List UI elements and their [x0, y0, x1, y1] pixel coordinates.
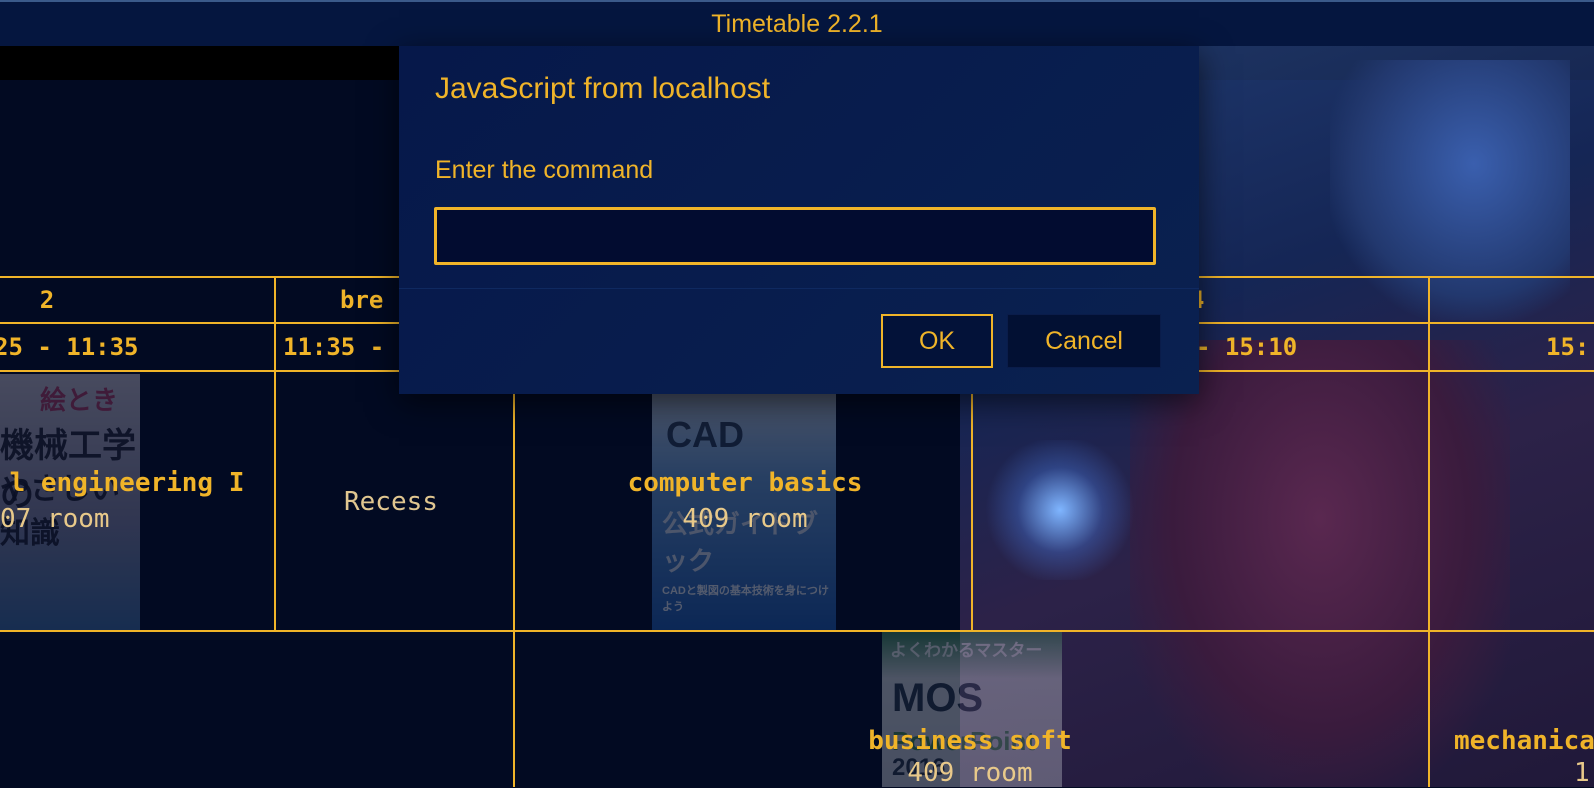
cancel-button[interactable]: Cancel — [1007, 314, 1161, 368]
lesson-room: 409 room — [682, 504, 808, 534]
prompt-dialog: JavaScript from localhost Enter the comm… — [399, 46, 1199, 394]
book-title-line: 絵とき — [40, 385, 119, 415]
lesson-cell[interactable]: business soft 409 room — [840, 726, 1100, 788]
period-time: 11:35 - — [283, 333, 385, 361]
period-time: 15: — [1546, 333, 1590, 361]
ok-button[interactable]: OK — [881, 314, 993, 368]
lesson-room: 409 room — [907, 758, 1033, 788]
character-coat-image — [1130, 340, 1510, 787]
lesson-name: business soft — [868, 726, 1072, 756]
period-header: 2 — [39, 286, 55, 314]
window-title: Timetable 2.2.1 — [711, 9, 883, 38]
dialog-divider — [399, 288, 1199, 289]
window-titlebar: Timetable 2.2.1 — [0, 0, 1594, 46]
lesson-name: mechanica — [1454, 726, 1594, 756]
period-time: - 15:10 — [1196, 333, 1298, 361]
lesson-cell[interactable]: computer basics 409 room — [600, 468, 890, 534]
recess-label: Recess — [344, 487, 438, 517]
dialog-message: Enter the command — [435, 156, 654, 184]
book-title-line: MOS — [892, 676, 984, 720]
period-time: 25 - 11:35 — [0, 333, 139, 361]
grid-line — [0, 630, 1594, 632]
book-title-line: CADと製図の基本技術を身につけよう — [662, 585, 829, 613]
lesson-cell[interactable]: l engineering I 07 room — [0, 468, 274, 534]
grid-line — [1428, 276, 1430, 787]
lesson-room: 07 room — [0, 504, 110, 534]
lesson-cell[interactable]: mechanica 1 — [1454, 726, 1594, 788]
command-input[interactable] — [434, 207, 1156, 265]
grid-line — [513, 370, 515, 787]
book-title-line: よくわかるマスター — [890, 641, 1043, 660]
lesson-room: 1 — [1574, 758, 1590, 788]
grid-line — [971, 370, 973, 632]
character-glow-image — [980, 440, 1140, 580]
grid-line — [274, 276, 276, 632]
lesson-name: computer basics — [627, 468, 863, 498]
book-title-line: CAD — [666, 414, 744, 455]
lesson-name: l engineering I — [9, 468, 245, 498]
dialog-title: JavaScript from localhost — [435, 72, 771, 105]
character-hair-image — [1330, 60, 1570, 320]
